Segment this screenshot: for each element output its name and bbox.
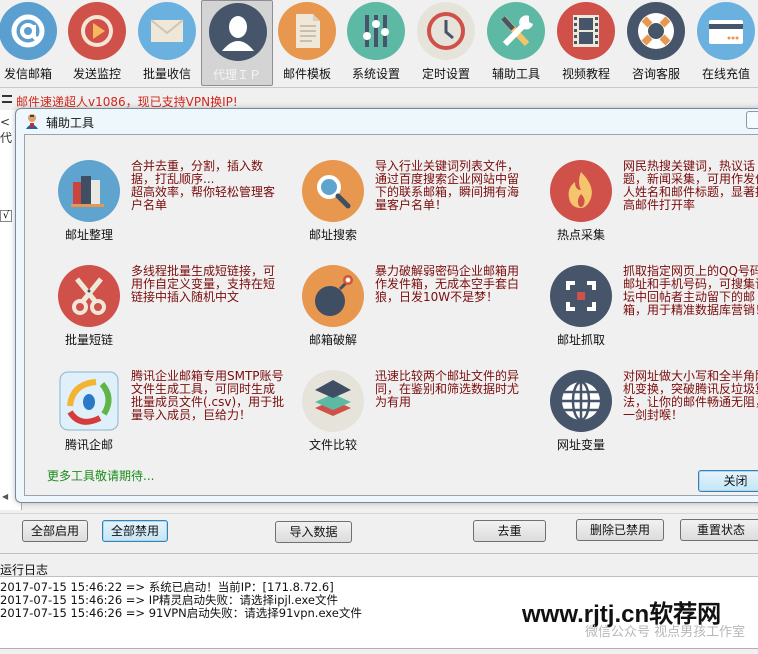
toolbar-label: 批量收信 xyxy=(142,67,191,81)
tool-name: 热点采集 xyxy=(556,228,605,242)
reset-status-button[interactable]: 重置状态 xyxy=(680,519,758,541)
scissors-icon xyxy=(58,265,120,327)
tool-description: 腾讯企业邮箱专用SMTP账号文件生成工具，可同时生成批量成员文件(.csv)，用… xyxy=(131,369,285,422)
tool-item[interactable]: 文件比较 迅速比较两个邮址文件的异同，在鉴别和筛选数据时尤为有用 xyxy=(302,370,552,470)
dialog-body: 邮址整理 合并去重，分割，插入数据，打乱顺序... 超高效率，帮你轻松管理客户名… xyxy=(24,134,758,496)
tool-name: 网址变量 xyxy=(556,438,605,452)
tencent-qq-icon xyxy=(58,370,120,432)
wrench-screwdriver-icon xyxy=(487,2,545,60)
import-data-button[interactable]: 导入数据 xyxy=(275,521,352,543)
tool-description: 暴力破解弱密码企业邮箱用作发件箱，无成本空手套白狼，日发10W不是梦！ xyxy=(375,264,520,304)
envelope-icon xyxy=(138,2,196,60)
tool-name: 批量短链 xyxy=(64,333,113,347)
credit-card-icon xyxy=(697,2,755,60)
toolbar-mail-template[interactable]: 邮件模板 xyxy=(271,0,343,86)
tool-item[interactable]: 批量短链 多线程批量生成短链接，可用作自定义变量，支持在短链接中插入随机中文 xyxy=(58,265,308,365)
toolbar-label: 辅助工具 xyxy=(491,67,540,81)
log-title: 运行日志 xyxy=(0,563,49,577)
notice-icon xyxy=(2,95,12,103)
tool-description: 抓取指定网页上的QQ号码，邮址和手机号码，可搜集论坛中回帖者主动留下的邮箱，用于… xyxy=(623,264,758,317)
tool-name: 腾讯企邮 xyxy=(64,438,113,452)
tool-item[interactable]: 网址变量 对网址做大小写和全半角随机变换，突破腾讯反垃圾算法，让你的邮件畅通无阻… xyxy=(550,370,758,470)
app-user-icon xyxy=(24,113,40,129)
log-line: 2017-07-15 15:46:26 => 91VPN启动失败：请选择91vp… xyxy=(0,606,362,620)
background-checkbox[interactable]: √ xyxy=(0,210,12,222)
dialog-title: 辅助工具 xyxy=(46,116,95,130)
toolbar-label: 系统设置 xyxy=(351,67,400,81)
tool-description: 对网址做大小写和全半角随机变换，突破腾讯反垃圾算法，让你的邮件畅通无阻，一剑封喉… xyxy=(623,369,758,422)
dialog-close-box[interactable] xyxy=(746,111,758,129)
tool-description: 迅速比较两个邮址文件的异同，在鉴别和筛选数据时尤为有用 xyxy=(375,369,520,409)
tool-name: 文件比较 xyxy=(308,438,357,452)
capture-frame-icon xyxy=(550,265,612,327)
toolbar-video-tutorial[interactable]: 视频教程 xyxy=(550,0,622,86)
log-header xyxy=(0,553,758,577)
tool-item[interactable]: 热点采集 网民热搜关键词，热议话题，新闻采集，可用作发件人姓名和邮件标题，显著提… xyxy=(550,160,758,260)
tool-name: 邮址搜索 xyxy=(308,228,357,242)
toolbar-customer-service[interactable]: 咨询客服 xyxy=(620,0,692,86)
toolbar-send-mailbox[interactable]: 发信邮箱 xyxy=(0,0,64,86)
toolbar-proxy-ip[interactable]: 代理ＩＰ xyxy=(201,0,273,86)
main-toolbar: 发信邮箱 发送监控 批量收信 代理ＩＰ 邮件模板 系统设置 定时设置 辅助工具 … xyxy=(0,0,758,88)
toolbar-aux-tools[interactable]: 辅助工具 xyxy=(480,0,552,86)
dialog-titlebar[interactable]: 辅助工具 xyxy=(16,109,758,133)
tool-description: 多线程批量生成短链接，可用作自定义变量，支持在短链接中插入随机中文 xyxy=(131,264,276,304)
toolbar-label: 定时设置 xyxy=(421,67,470,81)
tool-name: 邮址整理 xyxy=(64,228,113,242)
bomb-icon xyxy=(302,265,364,327)
dedupe-button[interactable]: 去重 xyxy=(473,520,546,542)
books-icon xyxy=(58,160,120,222)
more-tools-text: 更多工具敬请期待... xyxy=(47,469,155,483)
toolbar-label: 发信邮箱 xyxy=(3,67,52,81)
action-button-bar: 全部启用 全部禁用 导入数据 去重 删除已禁用 重置状态 xyxy=(0,513,758,549)
toolbar-label: 邮件模板 xyxy=(282,67,331,81)
scroll-left-arrow-icon[interactable]: ◀ xyxy=(2,492,8,501)
toolbar-label: 咨询客服 xyxy=(631,67,680,81)
user-silhouette-icon xyxy=(209,3,267,61)
toolbar-online-recharge[interactable]: 在线充值 xyxy=(690,0,758,86)
toolbar-batch-receive[interactable]: 批量收信 xyxy=(131,0,203,86)
tool-description: 合并去重，分割，插入数据，打乱顺序... 超高效率，帮你轻松管理客户名单 xyxy=(131,159,276,212)
aux-tools-dialog: 辅助工具 邮址整理 合并去重，分割，插入数据，打乱顺序... 超高效率，帮你轻松… xyxy=(15,108,758,503)
at-sign-icon xyxy=(0,2,57,60)
watermark-sub: 微信公众号 视点男孩工作室 xyxy=(585,625,746,640)
toolbar-label: 在线充值 xyxy=(701,67,750,81)
tool-item[interactable]: 邮址整理 合并去重，分割，插入数据，打乱顺序... 超高效率，帮你轻松管理客户名… xyxy=(58,160,308,260)
tool-name: 邮址抓取 xyxy=(556,333,605,347)
tool-item[interactable]: 腾讯企邮 腾讯企业邮箱专用SMTP账号文件生成工具，可同时生成批量成员文件(.c… xyxy=(58,370,308,470)
lifebuoy-icon xyxy=(627,2,685,60)
delete-disabled-button[interactable]: 删除已禁用 xyxy=(576,519,664,541)
magnifier-icon xyxy=(302,160,364,222)
tool-item[interactable]: 邮箱破解 暴力破解弱密码企业邮箱用作发件箱，无成本空手套白狼，日发10W不是梦！ xyxy=(302,265,552,365)
film-icon xyxy=(557,2,615,60)
clock-icon xyxy=(417,2,475,60)
toolbar-schedule-settings[interactable]: 定时设置 xyxy=(410,0,482,86)
tool-name: 邮箱破解 xyxy=(308,333,357,347)
play-icon xyxy=(68,2,126,60)
document-icon xyxy=(278,2,336,60)
toolbar-label: 发送监控 xyxy=(72,67,121,81)
toolbar-send-monitor[interactable]: 发送监控 xyxy=(61,0,133,86)
globe-icon xyxy=(550,370,612,432)
notice-bar: 邮件速递超人v1086，现已支持VPN换IP! xyxy=(0,90,758,110)
tool-item[interactable]: 邮址搜索 导入行业关键词列表文件，通过百度搜索企业网站中留下的联系邮箱，瞬间拥有… xyxy=(302,160,552,260)
toolbar-system-settings[interactable]: 系统设置 xyxy=(340,0,412,86)
disable-all-button[interactable]: 全部禁用 xyxy=(102,520,168,542)
sliders-icon xyxy=(347,2,405,60)
close-button[interactable]: 关闭 xyxy=(698,470,758,492)
flame-icon xyxy=(550,160,612,222)
tool-description: 导入行业关键词列表文件，通过百度搜索企业网站中留下的联系邮箱，瞬间拥有海量客户名… xyxy=(375,159,520,212)
tool-item[interactable]: 邮址抓取 抓取指定网页上的QQ号码，邮址和手机号码，可搜集论坛中回帖者主动留下的… xyxy=(550,265,758,365)
tool-description: 网民热搜关键词，热议话题，新闻采集，可用作发件人姓名和邮件标题，显著提高邮件打开… xyxy=(623,159,758,212)
toolbar-label: 代理ＩＰ xyxy=(212,68,261,82)
toolbar-label: 视频教程 xyxy=(561,67,610,81)
layers-icon xyxy=(302,370,364,432)
enable-all-button[interactable]: 全部启用 xyxy=(22,520,88,542)
